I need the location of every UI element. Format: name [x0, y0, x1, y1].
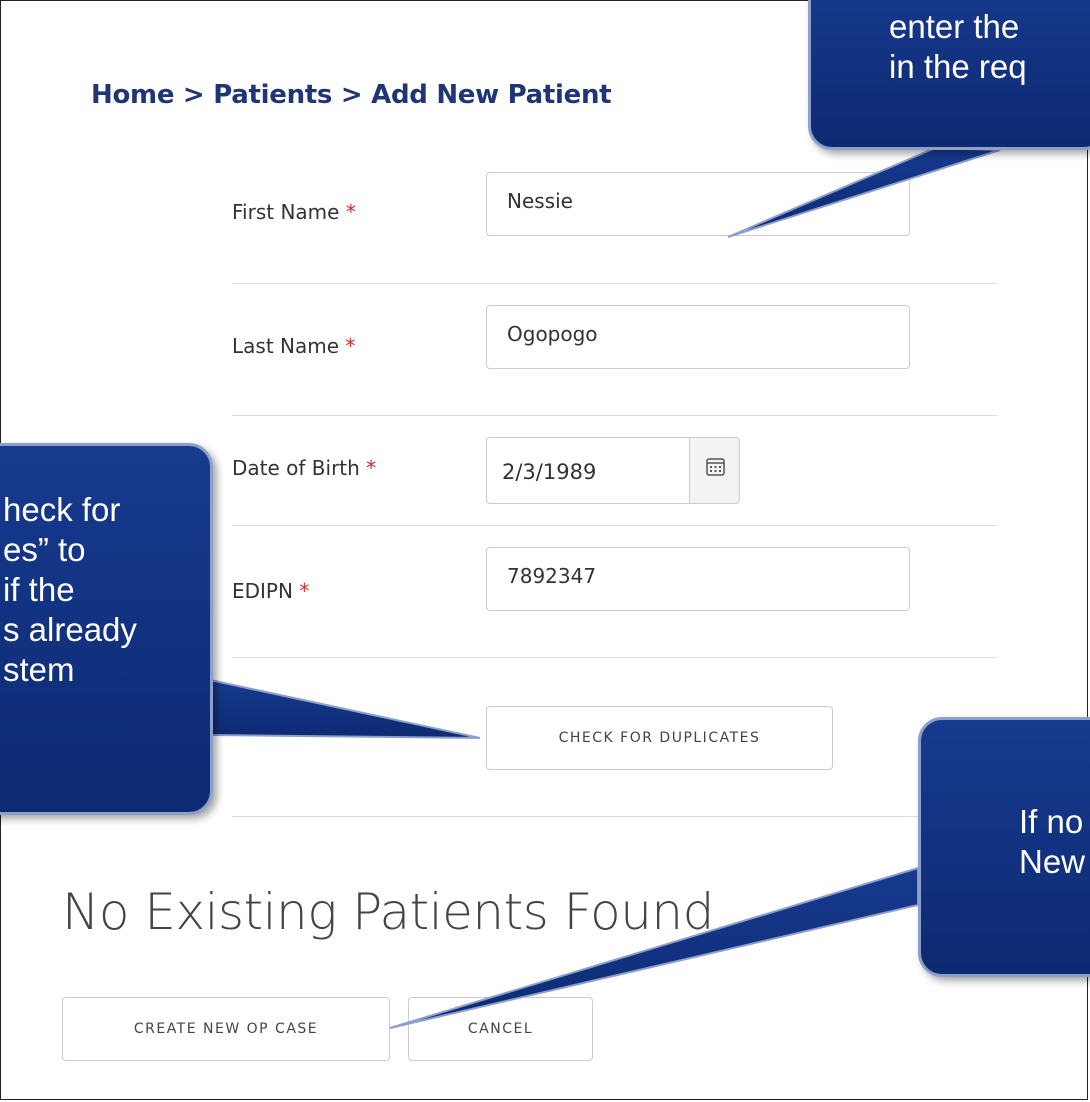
callout-pointer-right	[389, 866, 919, 1029]
callout-top: enter the in the req	[808, 0, 1090, 150]
callout-left-line2: es” to	[3, 531, 86, 568]
callout-left-line3: if the	[3, 571, 75, 608]
callout-top-line2: in the req	[889, 48, 1027, 85]
callout-top-line1: enter the	[889, 8, 1020, 45]
callout-right: If no New	[918, 717, 1090, 977]
callout-right-line2: New	[1019, 843, 1086, 880]
callout-pointer-left	[209, 678, 481, 739]
callout-left-line5: stem	[3, 651, 75, 688]
callout-pointer-top	[727, 146, 1001, 238]
callout-right-line1: If no	[1019, 803, 1084, 840]
callout-left-line1: heck for	[3, 491, 121, 528]
callout-left-line4: s already	[3, 611, 137, 648]
callout-left: heck for es” to if the s already stem	[0, 443, 213, 815]
